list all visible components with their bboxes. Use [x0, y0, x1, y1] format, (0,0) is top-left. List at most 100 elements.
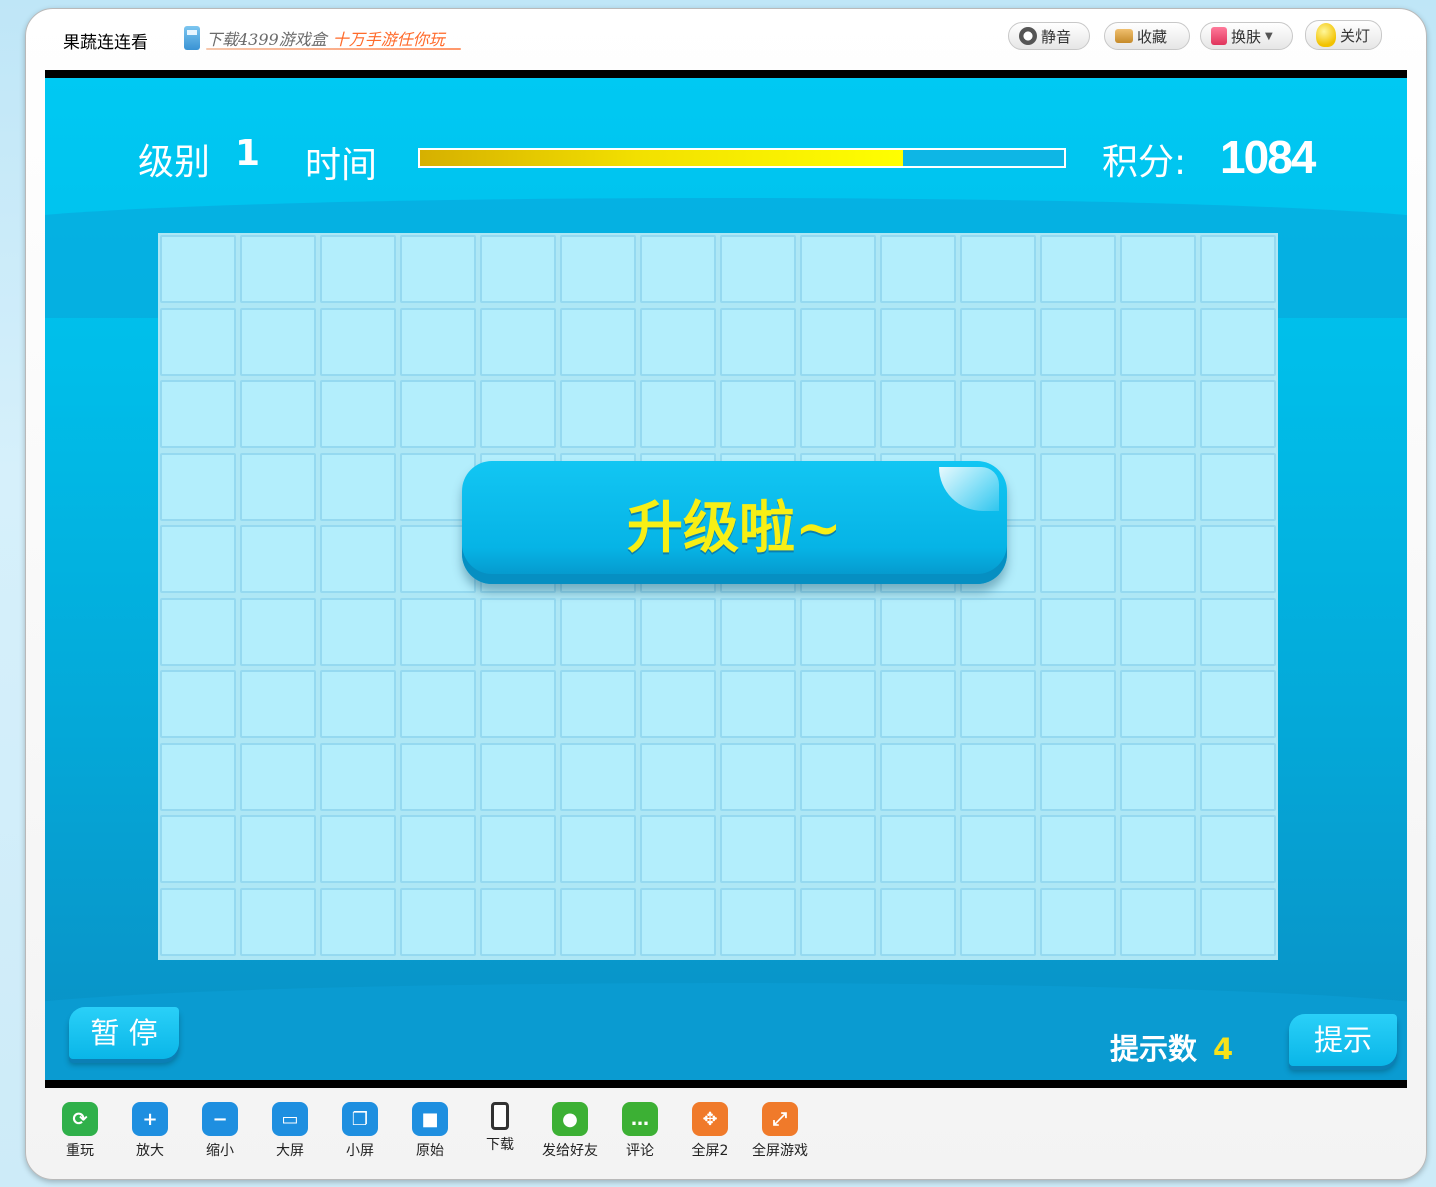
board-cell[interactable] — [400, 670, 476, 738]
board-cell[interactable] — [480, 887, 556, 956]
board-cell[interactable] — [160, 597, 236, 666]
board-cell[interactable] — [720, 815, 796, 883]
board-cell[interactable] — [1040, 380, 1116, 448]
board-cell[interactable] — [240, 452, 316, 521]
board-cell[interactable] — [160, 307, 236, 376]
board-cell[interactable] — [1120, 887, 1196, 956]
board-cell[interactable] — [880, 597, 956, 666]
board-cell[interactable] — [320, 742, 396, 811]
board-cell[interactable] — [1200, 452, 1276, 521]
board-cell[interactable] — [320, 380, 396, 448]
toolbar-fullscreen2-button[interactable]: ✥ 全屏2 — [680, 1102, 740, 1160]
board-cell[interactable] — [240, 670, 316, 738]
board-cell[interactable] — [640, 380, 716, 448]
board-cell[interactable] — [1120, 307, 1196, 376]
board-cell[interactable] — [1120, 525, 1196, 593]
toolbar-qq-button[interactable]: ● 发给好友 — [540, 1102, 600, 1160]
board-cell[interactable] — [640, 670, 716, 738]
board-cell[interactable] — [1040, 452, 1116, 521]
board-cell[interactable] — [240, 380, 316, 448]
board-cell[interactable] — [400, 307, 476, 376]
toolbar-comment-button[interactable]: … 评论 — [610, 1102, 670, 1160]
toolbar-zoom-in-button[interactable]: + 放大 — [120, 1102, 180, 1160]
board-cell[interactable] — [1040, 887, 1116, 956]
board-cell[interactable] — [400, 887, 476, 956]
board-cell[interactable] — [1200, 597, 1276, 666]
hint-button[interactable]: 提示 — [1289, 1014, 1397, 1066]
board-cell[interactable] — [960, 670, 1036, 738]
board-cell[interactable] — [240, 235, 316, 303]
board-cell[interactable] — [1120, 597, 1196, 666]
board-cell[interactable] — [560, 307, 636, 376]
board-cell[interactable] — [320, 815, 396, 883]
board-cell[interactable] — [720, 742, 796, 811]
board-cell[interactable] — [720, 597, 796, 666]
board-cell[interactable] — [480, 307, 556, 376]
board-cell[interactable] — [160, 525, 236, 593]
board-cell[interactable] — [240, 525, 316, 593]
board-cell[interactable] — [800, 815, 876, 883]
board-cell[interactable] — [320, 597, 396, 666]
board-cell[interactable] — [1200, 307, 1276, 376]
board-cell[interactable] — [480, 742, 556, 811]
board-cell[interactable] — [1200, 670, 1276, 738]
board-cell[interactable] — [320, 670, 396, 738]
board-cell[interactable] — [320, 235, 396, 303]
board-cell[interactable] — [960, 597, 1036, 666]
board-cell[interactable] — [720, 235, 796, 303]
board-cell[interactable] — [560, 742, 636, 811]
board-cell[interactable] — [240, 815, 316, 883]
board-cell[interactable] — [560, 597, 636, 666]
toolbar-phone-button[interactable]: 下载 — [470, 1102, 530, 1154]
toolbar-small-screen-button[interactable]: ❐ 小屏 — [330, 1102, 390, 1160]
board-cell[interactable] — [320, 452, 396, 521]
board-cell[interactable] — [1120, 815, 1196, 883]
board-cell[interactable] — [160, 887, 236, 956]
board-cell[interactable] — [480, 670, 556, 738]
board-cell[interactable] — [240, 742, 316, 811]
board-cell[interactable] — [400, 597, 476, 666]
board-cell[interactable] — [640, 597, 716, 666]
board-cell[interactable] — [560, 670, 636, 738]
board-cell[interactable] — [800, 380, 876, 448]
board-cell[interactable] — [240, 887, 316, 956]
board-cell[interactable] — [1040, 235, 1116, 303]
board-cell[interactable] — [1040, 597, 1116, 666]
board-cell[interactable] — [320, 525, 396, 593]
board-cell[interactable] — [1040, 307, 1116, 376]
board-cell[interactable] — [1120, 452, 1196, 521]
board-cell[interactable] — [720, 307, 796, 376]
board-cell[interactable] — [400, 815, 476, 883]
board-cell[interactable] — [880, 380, 956, 448]
board-cell[interactable] — [720, 887, 796, 956]
board-cell[interactable] — [320, 307, 396, 376]
board-cell[interactable] — [800, 597, 876, 666]
board-cell[interactable] — [160, 815, 236, 883]
board-cell[interactable] — [640, 815, 716, 883]
promo-link[interactable]: 下载4399游戏盒 十万手游任你玩 — [184, 26, 445, 50]
board-cell[interactable] — [1040, 525, 1116, 593]
board-cell[interactable] — [240, 597, 316, 666]
board-cell[interactable] — [1120, 235, 1196, 303]
board-cell[interactable] — [720, 380, 796, 448]
board-cell[interactable] — [160, 452, 236, 521]
toolbar-replay-button[interactable]: ⟳ 重玩 — [50, 1102, 110, 1160]
board-cell[interactable] — [800, 742, 876, 811]
board-cell[interactable] — [640, 235, 716, 303]
board-cell[interactable] — [1040, 742, 1116, 811]
board-cell[interactable] — [1200, 742, 1276, 811]
board-cell[interactable] — [1040, 815, 1116, 883]
skin-button[interactable]: 换肤 ▼ — [1200, 22, 1293, 50]
board-cell[interactable] — [1120, 380, 1196, 448]
board-cell[interactable] — [1200, 235, 1276, 303]
board-cell[interactable] — [800, 307, 876, 376]
board-cell[interactable] — [400, 235, 476, 303]
board-cell[interactable] — [1200, 815, 1276, 883]
board-cell[interactable] — [560, 380, 636, 448]
board-cell[interactable] — [400, 380, 476, 448]
board-cell[interactable] — [160, 742, 236, 811]
board-cell[interactable] — [560, 815, 636, 883]
board-cell[interactable] — [880, 815, 956, 883]
board-cell[interactable] — [1200, 525, 1276, 593]
board-cell[interactable] — [960, 742, 1036, 811]
